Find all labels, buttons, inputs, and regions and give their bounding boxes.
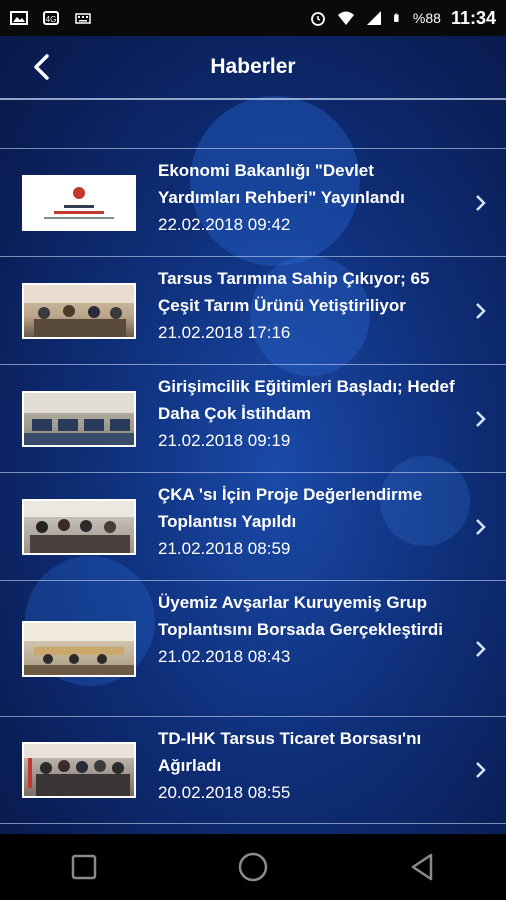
news-thumbnail xyxy=(22,282,136,339)
chevron-right-icon xyxy=(476,302,486,319)
news-item[interactable]: Tarsus Tarımına Sahip Çıkıyor; 65 Çeşit … xyxy=(0,256,506,364)
image-icon xyxy=(10,11,28,25)
news-title: Ekonomi Bakanlığı "Devlet Yardımları Reh… xyxy=(158,161,405,207)
news-date: 21.02.2018 08:59 xyxy=(158,539,291,558)
chevron-right-icon xyxy=(476,194,486,211)
news-text: Tarsus Tarımına Sahip Çıkıyor; 65 Çeşit … xyxy=(158,265,458,346)
back-chevron-icon xyxy=(34,54,49,80)
news-text: Girişimcilik Eğitimleri Başladı; Hedef D… xyxy=(158,373,458,454)
signal-boost-icon: 4G xyxy=(43,11,59,25)
news-date: 21.02.2018 09:19 xyxy=(158,431,291,450)
news-item[interactable]: Girişimcilik Eğitimleri Başladı; Hedef D… xyxy=(0,364,506,472)
clock: 11:34 xyxy=(450,7,496,28)
home-button[interactable] xyxy=(233,847,273,887)
news-date: 22.02.2018 09:42 xyxy=(158,215,291,234)
news-thumbnail xyxy=(22,390,136,447)
news-title: Girişimcilik Eğitimleri Başladı; Hedef D… xyxy=(158,377,455,423)
alarm-icon xyxy=(311,12,325,26)
page-title: Haberler xyxy=(210,55,296,78)
battery-level: %88 xyxy=(412,10,441,26)
back-icon xyxy=(411,853,432,881)
back-button[interactable] xyxy=(26,52,56,82)
news-text: ÇKA 'sı İçin Proje Değerlendirme Toplant… xyxy=(158,481,458,562)
news-thumbnail xyxy=(22,620,136,677)
chevron-right-icon xyxy=(476,410,486,427)
cell-signal-icon xyxy=(366,11,381,25)
home-icon xyxy=(238,852,268,882)
news-title: Tarsus Tarımına Sahip Çıkıyor; 65 Çeşit … xyxy=(158,269,430,315)
chevron-right-icon xyxy=(476,640,486,657)
news-date: 20.02.2018 08:55 xyxy=(158,783,291,802)
news-item[interactable]: TD-IHK Tarsus Ticaret Borsası'nı Ağırlad… xyxy=(0,716,506,824)
news-item[interactable]: Ekonomi Bakanlığı "Devlet Yardımları Reh… xyxy=(0,148,506,256)
nav-back-button[interactable] xyxy=(402,847,442,887)
news-text: Üyemiz Avşarlar Kuruyemiş Grup Toplantıs… xyxy=(158,589,458,670)
news-thumbnail xyxy=(22,498,136,555)
news-text: Ekonomi Bakanlığı "Devlet Yardımları Reh… xyxy=(158,157,458,238)
status-bar: 4G %88 11:34 xyxy=(0,0,506,36)
keyboard-icon xyxy=(75,13,91,24)
news-title: ÇKA 'sı İçin Proje Değerlendirme Toplant… xyxy=(158,485,423,531)
news-title: TD-IHK Tarsus Ticaret Borsası'nı Ağırlad… xyxy=(158,729,422,775)
chevron-right-icon xyxy=(476,762,486,778)
news-thumbnail xyxy=(22,174,136,231)
news-date: 21.02.2018 08:43 xyxy=(158,647,291,666)
system-nav-bar xyxy=(0,834,506,900)
battery-icon xyxy=(394,13,399,22)
news-list: Ekonomi Bakanlığı "Devlet Yardımları Reh… xyxy=(0,148,506,824)
news-item[interactable]: Üyemiz Avşarlar Kuruyemiş Grup Toplantıs… xyxy=(0,580,506,716)
chevron-right-icon xyxy=(476,518,486,535)
news-text: TD-IHK Tarsus Ticaret Borsası'nı Ağırlad… xyxy=(158,725,458,806)
news-screen: Haberler Ekonomi Bakanlığı "Devlet Yardı… xyxy=(0,36,506,834)
recent-apps-icon xyxy=(72,854,97,880)
news-title: Üyemiz Avşarlar Kuruyemiş Grup Toplantıs… xyxy=(158,593,443,639)
news-thumbnail xyxy=(22,742,136,798)
news-item[interactable]: ÇKA 'sı İçin Proje Değerlendirme Toplant… xyxy=(0,472,506,580)
app-header: Haberler xyxy=(0,36,506,100)
wifi-icon xyxy=(337,11,354,25)
recent-apps-button[interactable] xyxy=(64,847,104,887)
news-date: 21.02.2018 17:16 xyxy=(158,323,291,342)
svg-text:4G: 4G xyxy=(46,15,57,24)
